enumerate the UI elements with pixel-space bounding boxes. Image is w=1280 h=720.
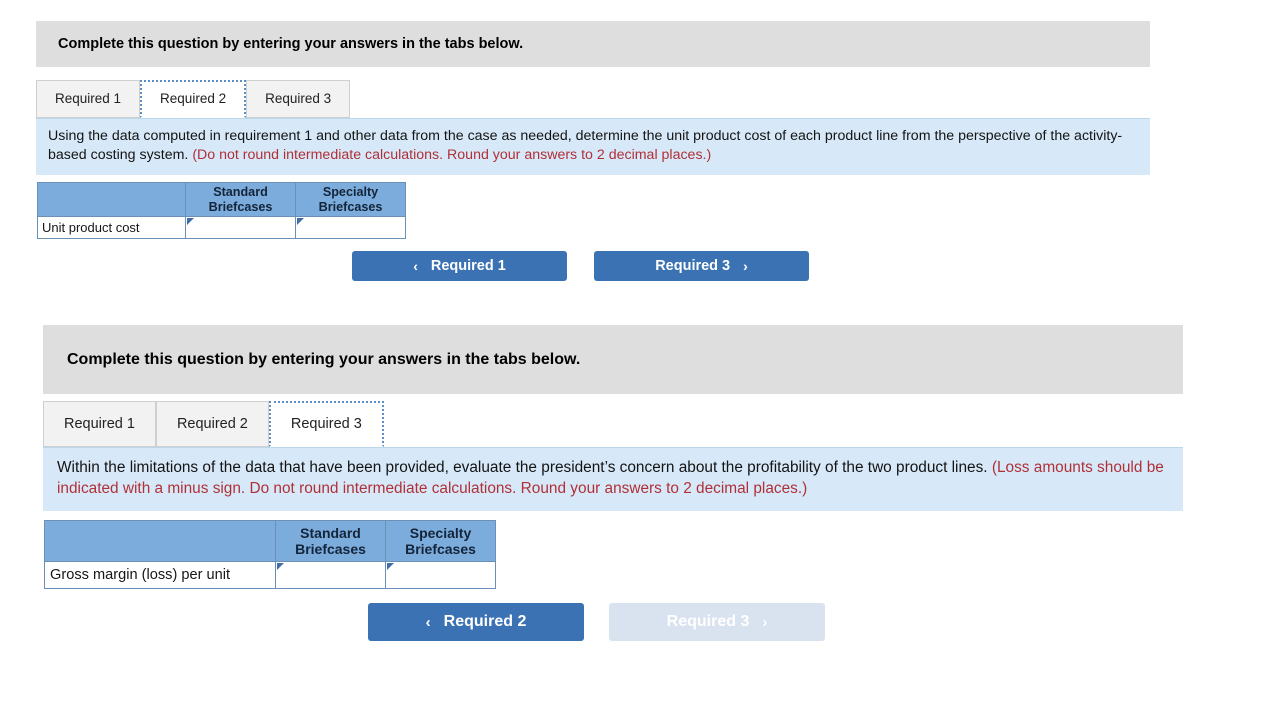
- next-button-label: Required 3: [666, 613, 750, 630]
- tab-required-1[interactable]: Required 1: [36, 80, 141, 118]
- tab-required-3[interactable]: Required 3: [246, 80, 351, 118]
- tab-required-2[interactable]: Required 2: [140, 80, 247, 118]
- table-row: Unit product cost: [37, 216, 406, 239]
- table-corner-header: [37, 182, 186, 217]
- row-label-unit-product-cost: Unit product cost: [37, 216, 186, 239]
- column-header-specialty: Specialty Briefcases: [385, 520, 496, 562]
- row-label-gross-margin-per-unit: Gross margin (loss) per unit: [44, 561, 276, 589]
- chevron-left-icon: ‹: [413, 258, 418, 274]
- instruction-text: Within the limitations of the data that …: [57, 459, 992, 476]
- instruction-box: Within the limitations of the data that …: [43, 447, 1183, 511]
- question-panel-requirement-2: Complete this question by entering your …: [36, 21, 1150, 281]
- tab-required-3[interactable]: Required 3: [268, 401, 384, 447]
- question-panel-requirement-3: Complete this question by entering your …: [43, 325, 1183, 641]
- tab-label: Required 3: [265, 91, 332, 106]
- next-button-label: Required 3: [655, 258, 731, 274]
- tab-strip: Required 1 Required 2 Required 3: [43, 401, 1183, 447]
- input-cell-gross-margin-specialty[interactable]: [385, 561, 496, 589]
- prev-button-label: Required 1: [430, 258, 506, 274]
- input-cell-gross-margin-standard[interactable]: [275, 561, 386, 589]
- answer-table: Standard Briefcases Specialty Briefcases…: [44, 520, 496, 589]
- tab-label: Required 1: [64, 416, 135, 432]
- prev-required-1-button[interactable]: ‹ Required 1: [352, 251, 567, 281]
- table-header-row: Standard Briefcases Specialty Briefcases: [44, 520, 496, 562]
- chevron-left-icon: ‹: [425, 613, 431, 631]
- tab-label: Required 2: [160, 91, 227, 106]
- column-header-specialty: Specialty Briefcases: [295, 182, 406, 217]
- tab-label: Required 1: [55, 91, 122, 106]
- chevron-right-icon: ›: [743, 258, 748, 274]
- instruction-box: Using the data computed in requirement 1…: [36, 118, 1150, 175]
- input-cell-unit-product-cost-standard[interactable]: [185, 216, 296, 239]
- next-required-3-button-disabled: Required 3 ›: [609, 603, 825, 641]
- next-required-3-button[interactable]: Required 3 ›: [594, 251, 809, 281]
- prev-required-2-button[interactable]: ‹ Required 2: [368, 603, 584, 641]
- table-row: Gross margin (loss) per unit: [44, 561, 496, 589]
- panel-banner: Complete this question by entering your …: [36, 21, 1150, 67]
- panel-banner: Complete this question by entering your …: [43, 325, 1183, 394]
- table-corner-header: [44, 520, 276, 562]
- prev-button-label: Required 2: [443, 613, 527, 630]
- tab-required-1[interactable]: Required 1: [43, 401, 156, 447]
- column-header-standard: Standard Briefcases: [185, 182, 296, 217]
- chevron-right-icon: ›: [762, 613, 768, 631]
- tab-label: Required 3: [290, 416, 362, 432]
- column-header-standard: Standard Briefcases: [275, 520, 386, 562]
- exercise-page: Complete this question by entering your …: [0, 0, 1280, 720]
- tab-strip: Required 1 Required 2 Required 3: [36, 80, 1150, 118]
- input-cell-unit-product-cost-specialty[interactable]: [295, 216, 406, 239]
- navigation-row: ‹ Required 1 Required 3 ›: [36, 251, 1150, 281]
- table-header-row: Standard Briefcases Specialty Briefcases: [37, 182, 406, 217]
- instruction-note: (Do not round intermediate calculations.…: [192, 147, 712, 163]
- answer-table: Standard Briefcases Specialty Briefcases…: [37, 182, 406, 239]
- tab-label: Required 2: [176, 416, 248, 432]
- navigation-row: ‹ Required 2 Required 3 ›: [43, 603, 1183, 641]
- tab-required-2[interactable]: Required 2: [155, 401, 269, 447]
